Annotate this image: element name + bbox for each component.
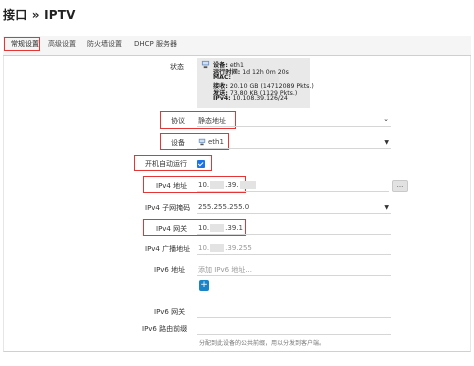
caret-down-icon: ▼	[384, 204, 389, 211]
protocol-select[interactable]: 静态地址 ⌄	[197, 114, 391, 127]
device-label: 设备	[171, 139, 185, 147]
ipv6-gateway-label: IPv6 网关	[154, 308, 186, 316]
tab-dhcp[interactable]: DHCP 服务器	[134, 39, 177, 49]
ipv6-address-input[interactable]: 添加 IPv6 地址...	[197, 263, 391, 276]
network-icon	[201, 60, 210, 69]
netmask-label: IPv4 子网掩码	[145, 204, 191, 212]
ipv6-prefix-label: IPv6 路由前缀	[142, 325, 188, 333]
ipv6-gateway-input[interactable]	[197, 305, 391, 318]
ipv4-address-input[interactable]: 10. .39.	[197, 179, 389, 192]
ipv6-address-label: IPv6 地址	[154, 266, 186, 274]
tab-bar: 常规设置 高级设置 防火墙设置 DHCP 服务器	[3, 36, 471, 56]
gateway-input[interactable]: 10. .39.1	[197, 222, 391, 235]
netmask-select[interactable]: 255.255.255.0 ▼	[197, 201, 391, 214]
tab-firewall[interactable]: 防火墙设置	[87, 39, 122, 49]
ipv6-prefix-help: 分配到此设备的公共前缀，用以分发到客户端。	[199, 340, 326, 347]
highlight-box-tab	[4, 37, 40, 51]
autostart-checkbox[interactable]	[197, 160, 205, 168]
ipv6-prefix-input[interactable]	[197, 322, 391, 335]
redacted-mac	[233, 74, 279, 82]
gateway-label: IPv4 网关	[156, 225, 188, 233]
status-label: 状态	[170, 63, 184, 71]
ipv4-address-label: IPv4 地址	[156, 182, 188, 190]
autostart-label: 开机自动运行	[145, 160, 187, 168]
protocol-label: 协议	[171, 117, 185, 125]
broadcast-input[interactable]: 10. .39.255	[197, 242, 391, 255]
network-icon	[198, 138, 206, 146]
add-ipv6-button[interactable]: +	[199, 280, 209, 291]
ipv4-more-button[interactable]: ...	[392, 180, 408, 192]
status-ipv4: IPv4: 10.108.39.126/24	[213, 95, 288, 102]
broadcast-label: IPv4 广播地址	[145, 245, 191, 253]
chevron-down-icon: ⌄	[383, 115, 389, 123]
status-mac: MAC:	[213, 74, 231, 81]
device-select[interactable]: eth1 ▼	[197, 136, 391, 149]
page-title: 接口 » IPTV	[3, 8, 76, 22]
caret-down-icon: ▼	[384, 139, 389, 146]
tab-advanced[interactable]: 高级设置	[48, 39, 76, 49]
